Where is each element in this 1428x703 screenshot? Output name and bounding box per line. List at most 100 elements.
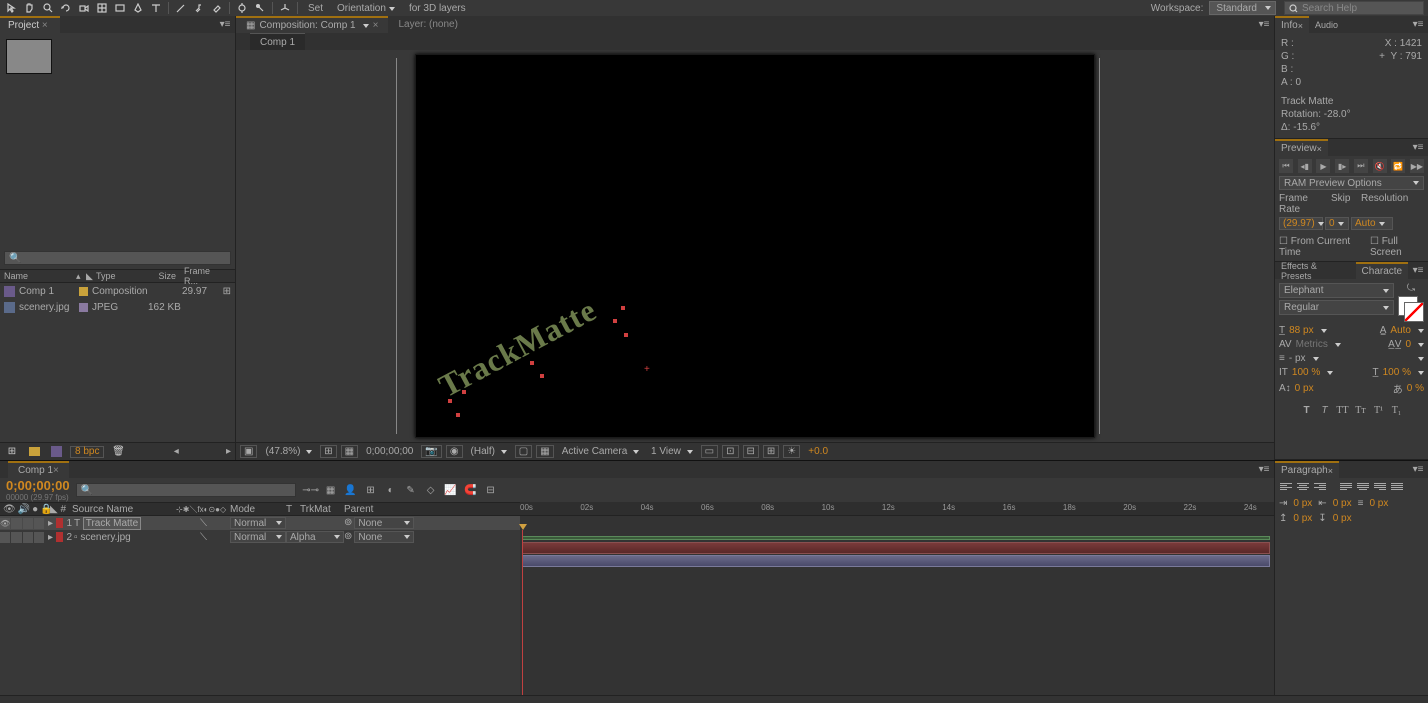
frame-blending-icon[interactable]: ⊞ xyxy=(362,481,380,499)
ram-preview-options-dropdown[interactable]: RAM Preview Options xyxy=(1279,176,1424,190)
timeline-layer-row[interactable]: ▸2 ▫ scenery.jpg ⟍ Normal Alpha ⊚None xyxy=(0,530,520,544)
roi-icon[interactable]: ▢ xyxy=(515,445,532,458)
composition-viewer[interactable]: TrackMatte + xyxy=(236,50,1274,442)
timeline-graph[interactable]: 00s02s04s06s08s10s12s14s16s18s20s22s24s xyxy=(520,502,1274,703)
space-after-input[interactable]: 0 px xyxy=(1333,513,1352,524)
font-size-input[interactable]: 88 px xyxy=(1289,325,1313,336)
project-tab[interactable]: Project × xyxy=(0,16,60,33)
rotation-tool-icon[interactable] xyxy=(58,0,74,16)
all-caps-button[interactable]: TT xyxy=(1336,403,1350,417)
parent-dropdown[interactable]: None xyxy=(354,531,414,543)
label-color-swatch[interactable] xyxy=(79,303,88,312)
fast-previews-icon[interactable]: ⊡ xyxy=(722,445,738,458)
project-search-input[interactable]: 🔍 xyxy=(4,251,231,265)
label-color[interactable] xyxy=(56,532,63,542)
prev-frame-button[interactable]: ◂▮ xyxy=(1298,159,1312,173)
comp-flowchart-icon[interactable]: ⊞ xyxy=(763,445,779,458)
always-preview-icon[interactable]: ▣ xyxy=(240,445,257,458)
pen-tool-icon[interactable] xyxy=(130,0,146,16)
composition-canvas[interactable]: TrackMatte + xyxy=(415,54,1095,438)
reset-exposure-icon[interactable]: ☀ xyxy=(783,445,800,458)
selection-handle[interactable] xyxy=(530,361,534,365)
selection-handle[interactable] xyxy=(462,390,466,394)
camera-tool-icon[interactable] xyxy=(76,0,92,16)
new-comp-icon[interactable] xyxy=(48,444,64,460)
orientation-dropdown[interactable]: Orientation xyxy=(331,3,401,14)
trkmat-header[interactable]: TrkMat xyxy=(300,504,344,515)
blend-mode-dropdown[interactable]: Normal xyxy=(230,531,286,543)
baseline-shift-input[interactable]: 0 px xyxy=(1295,383,1314,394)
local-axis-icon[interactable] xyxy=(277,0,293,16)
from-current-time-checkbox[interactable]: ☐ From Current Time xyxy=(1279,236,1362,258)
justify-last-right-button[interactable] xyxy=(1373,482,1387,494)
selection-handle[interactable] xyxy=(456,413,460,417)
panel-menu-icon[interactable]: ▾≡ xyxy=(1408,19,1428,30)
text-layer-content[interactable]: TrackMatte xyxy=(433,291,603,405)
layer-name[interactable]: scenery.jpg xyxy=(80,532,130,543)
selection-tool-icon[interactable] xyxy=(4,0,20,16)
horizontal-scale-input[interactable]: 100 % xyxy=(1383,367,1411,378)
justify-last-left-button[interactable] xyxy=(1339,482,1353,494)
loop-button[interactable]: 🔁 xyxy=(1391,159,1405,173)
align-right-button[interactable] xyxy=(1313,482,1327,494)
kerning-dropdown[interactable]: Metrics xyxy=(1296,339,1328,350)
close-icon[interactable]: × xyxy=(42,20,52,31)
panel-menu-icon[interactable]: ▾≡ xyxy=(1254,464,1274,475)
view-layout-dropdown[interactable]: 1 View xyxy=(647,446,697,457)
interpret-footage-icon[interactable]: ⊞ xyxy=(4,444,20,460)
selection-handle[interactable] xyxy=(624,333,628,337)
snapshot-icon[interactable]: 📷 xyxy=(421,445,441,458)
panel-menu-icon[interactable]: ▾≡ xyxy=(1408,265,1428,276)
eraser-tool-icon[interactable] xyxy=(209,0,225,16)
show-channel-icon[interactable]: ◉ xyxy=(446,445,463,458)
workspace-dropdown[interactable]: Standard xyxy=(1209,1,1276,15)
track-matte-dropdown[interactable]: Alpha xyxy=(286,531,344,543)
clone-stamp-tool-icon[interactable] xyxy=(191,0,207,16)
layer-bar[interactable] xyxy=(522,542,1270,554)
source-name-header[interactable]: Source Name xyxy=(72,504,176,515)
stroke-width-input[interactable]: - px xyxy=(1289,353,1306,364)
graph-editor-icon[interactable]: 📈 xyxy=(442,481,460,499)
current-time-display[interactable]: 0;00;00;00 xyxy=(6,478,70,493)
tsume-input[interactable]: 0 % xyxy=(1407,383,1424,394)
project-item-row[interactable]: Comp 1 Composition 29.97 ⊞ xyxy=(0,283,235,299)
resolution-grid-icon[interactable]: ⊞ xyxy=(320,445,336,458)
auto-keyframe-icon[interactable]: ◇ xyxy=(422,481,440,499)
project-column-headers[interactable]: Name ▴ ◣ Type Size Frame R... xyxy=(0,269,235,283)
parent-dropdown[interactable]: None xyxy=(354,517,414,529)
timeline-tab[interactable]: Comp 1 × xyxy=(8,461,69,478)
layer-bar[interactable] xyxy=(522,555,1270,567)
draft-3d-icon[interactable]: ▦ xyxy=(322,481,340,499)
first-frame-button[interactable]: ⏮ xyxy=(1279,159,1293,173)
motion-blur-icon[interactable]: ◐ xyxy=(382,481,400,499)
indent-right-input[interactable]: 0 px xyxy=(1333,498,1352,509)
preview-tab[interactable]: Preview × xyxy=(1275,139,1328,156)
font-style-dropdown[interactable]: Regular xyxy=(1279,300,1394,315)
audio-column-icon[interactable]: 🔊 xyxy=(18,504,30,515)
work-area-bar[interactable] xyxy=(522,536,1270,540)
t-header[interactable]: T xyxy=(286,504,300,515)
composition-tab-active[interactable]: ▦ Composition: Comp 1 × xyxy=(236,16,388,33)
video-column-icon[interactable]: 👁 xyxy=(3,504,16,515)
zoom-tool-icon[interactable] xyxy=(40,0,56,16)
label-column-icon[interactable]: ◣ # xyxy=(44,504,72,515)
indent-left-input[interactable]: 0 px xyxy=(1293,498,1312,509)
project-item-row[interactable]: scenery.jpg JPEG 162 KB xyxy=(0,299,235,315)
timeline-icon[interactable]: ⊟ xyxy=(743,445,759,458)
stroke-color-swatch[interactable] xyxy=(1404,302,1424,322)
audio-tab[interactable]: Audio xyxy=(1309,16,1344,33)
expand-arrow-icon[interactable]: ▸ xyxy=(48,532,53,543)
panel-menu-icon[interactable]: ▾≡ xyxy=(1408,464,1428,475)
expand-arrow-icon[interactable]: ▸ xyxy=(48,518,53,529)
layer-name-input[interactable]: Track Matte xyxy=(83,517,141,530)
pan-behind-tool-icon[interactable] xyxy=(94,0,110,16)
character-tab[interactable]: Characte xyxy=(1356,262,1409,279)
layer-switches-icon[interactable]: ⊟ xyxy=(482,481,500,499)
paragraph-tab[interactable]: Paragraph × xyxy=(1275,461,1339,478)
last-frame-button[interactable]: ⏭ xyxy=(1354,159,1368,173)
roto-brush-tool-icon[interactable] xyxy=(234,0,250,16)
mode-header[interactable]: Mode xyxy=(230,504,286,515)
comp-mini-flowchart-icon[interactable]: ⊸⊸ xyxy=(302,481,320,499)
framerate-input[interactable]: (29.97) xyxy=(1279,217,1323,230)
current-time-display[interactable]: 0;00;00;00 xyxy=(362,446,417,457)
